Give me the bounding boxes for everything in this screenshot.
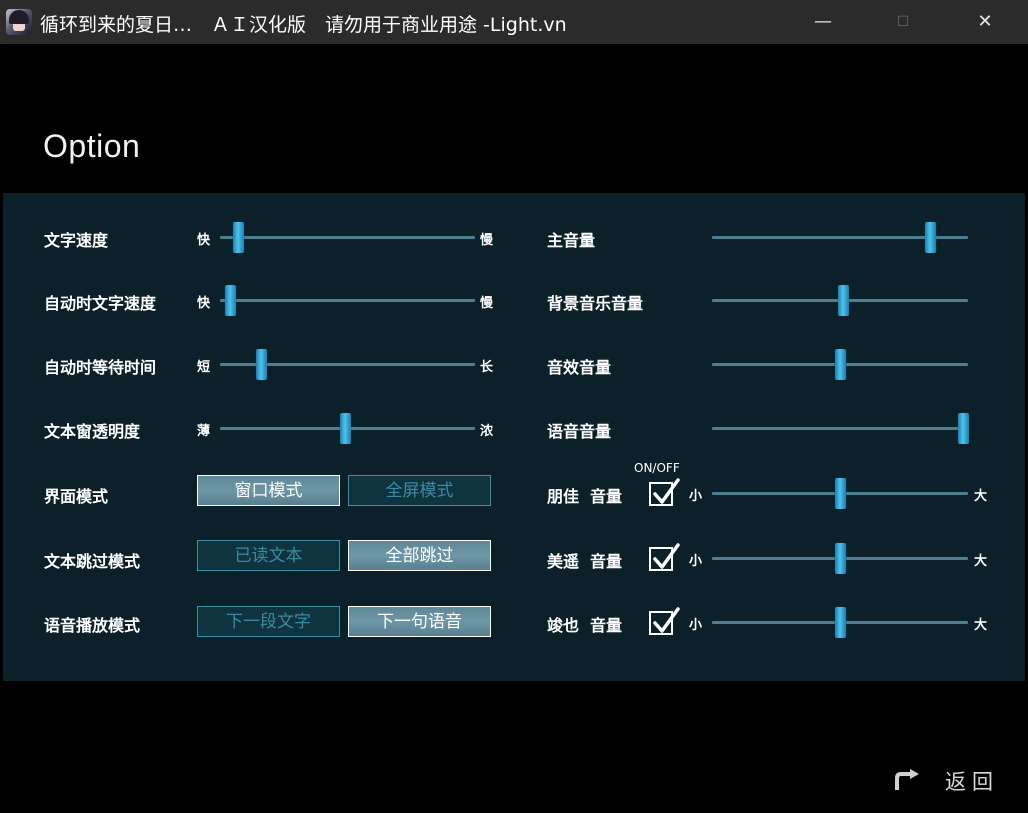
character-volume-label: 音量 [590, 552, 623, 571]
slider-track[interactable] [220, 299, 475, 302]
slider-thumb[interactable] [835, 478, 846, 509]
window-mode-button[interactable]: 窗口模式 [197, 475, 340, 506]
slider-thumb[interactable] [255, 349, 267, 380]
return-arrow-icon [895, 769, 919, 790]
setting-label: 文字速度 [44, 231, 109, 250]
voice-enable-checkbox[interactable] [649, 607, 680, 635]
checkmark-icon [653, 478, 680, 504]
slider-min-label: 小 [689, 618, 703, 633]
slider-max-label: 大 [974, 489, 988, 504]
slider-max-label: 慢 [480, 296, 494, 311]
onoff-header: ON/OFF [634, 461, 680, 475]
setting-label: 界面模式 [44, 487, 109, 506]
fullscreen-mode-button[interactable]: 全屏模式 [348, 475, 491, 506]
slider-min-label: 薄 [197, 424, 211, 439]
settings-panel: 文字速度 快 慢 自动时文字速度 快 慢 自动时等待时间 短 长 文本窗透明度 … [3, 193, 1025, 681]
voice-enable-checkbox[interactable] [649, 478, 680, 506]
slider-thumb[interactable] [957, 413, 969, 444]
maximize-button[interactable]: ☐ [880, 0, 926, 44]
character-volume-label: 音量 [590, 616, 623, 635]
page-title: Option [43, 128, 141, 164]
slider-max-label: 长 [480, 360, 494, 375]
slider-thumb[interactable] [835, 607, 846, 638]
slider-max-label: 浓 [480, 424, 494, 439]
slider-thumb[interactable] [339, 413, 351, 444]
minimize-button[interactable]: — [800, 0, 846, 44]
skip-all-button[interactable]: 全部跳过 [348, 540, 491, 571]
slider-thumb[interactable] [835, 543, 846, 574]
back-label: 返回 [945, 770, 999, 794]
character-name: 竣也 [547, 616, 580, 635]
character-volume-label: 音量 [590, 487, 623, 506]
slider-thumb[interactable] [225, 285, 237, 316]
character-name: 美遥 [547, 552, 580, 571]
setting-label: 自动时等待时间 [44, 358, 157, 377]
title-bar[interactable]: 循环到来的夏日… ＡＩ汉化版 请勿用于商业用途 -Light.vn — ☐ ✕ [0, 0, 1028, 44]
slider-thumb[interactable] [924, 222, 936, 253]
slider-max-label: 慢 [480, 233, 494, 248]
slider-track[interactable] [712, 427, 968, 430]
game-screen: Option 文字速度 快 慢 自动时文字速度 快 慢 自动时等待时间 短 长 … [3, 44, 1025, 810]
slider-max-label: 大 [974, 554, 988, 569]
slider-min-label: 快 [197, 233, 211, 248]
slider-min-label: 小 [689, 554, 703, 569]
setting-label: 主音量 [547, 231, 596, 250]
setting-label: 文本跳过模式 [44, 552, 141, 571]
next-voice-button[interactable]: 下一句语音 [348, 606, 491, 637]
slider-track[interactable] [220, 236, 475, 239]
app-icon [6, 9, 32, 35]
slider-thumb[interactable] [232, 222, 244, 253]
slider-min-label: 短 [197, 360, 211, 375]
slider-min-label: 快 [197, 296, 211, 311]
slider-thumb[interactable] [837, 285, 849, 316]
slider-min-label: 小 [689, 489, 703, 504]
character-name: 朋佳 [547, 487, 580, 506]
setting-label: 背景音乐音量 [547, 294, 644, 313]
slider-thumb[interactable] [835, 349, 846, 380]
close-button[interactable]: ✕ [962, 0, 1008, 44]
next-text-button[interactable]: 下一段文字 [197, 606, 340, 637]
checkmark-icon [653, 607, 680, 633]
window-title: 循环到来的夏日… ＡＩ汉化版 请勿用于商业用途 -Light.vn [40, 14, 567, 36]
voice-enable-checkbox[interactable] [649, 543, 680, 571]
skip-read-button[interactable]: 已读文本 [197, 540, 340, 571]
setting-label: 文本窗透明度 [44, 422, 141, 441]
game-window: 循环到来的夏日… ＡＩ汉化版 请勿用于商业用途 -Light.vn — ☐ ✕ … [0, 0, 1028, 813]
checkmark-icon [653, 543, 680, 569]
setting-label: 语音音量 [547, 422, 612, 441]
slider-max-label: 大 [974, 618, 988, 633]
setting-label: 语音播放模式 [44, 616, 141, 635]
setting-label: 音效音量 [547, 358, 612, 377]
setting-label: 自动时文字速度 [44, 294, 157, 313]
